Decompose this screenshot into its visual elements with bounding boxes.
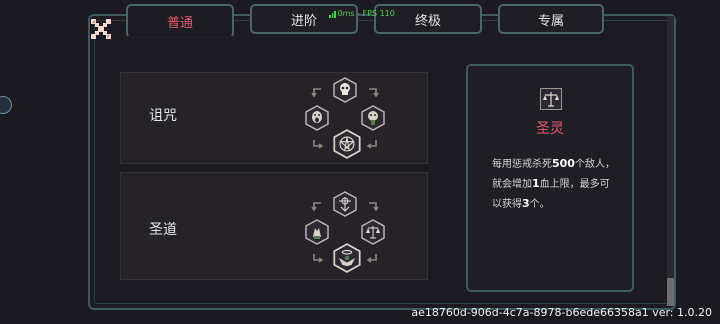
tab-exclusive[interactable]: 专属 [498, 4, 604, 34]
scales-icon [361, 219, 385, 245]
scrollbar-track[interactable] [667, 16, 674, 306]
version-label: ae18760d-906d-4c7a-8978-b6ede66358a1 ver… [411, 306, 712, 319]
angel-halo-icon [333, 243, 361, 273]
icon-cluster [301, 75, 391, 161]
close-icon [91, 19, 111, 39]
info-title: 圣灵 [536, 121, 564, 137]
arrow-icon [311, 253, 323, 263]
card-title: 圣道 [149, 222, 177, 238]
scales-icon [540, 88, 562, 110]
icon-cluster [301, 189, 391, 275]
arrow-icon [367, 139, 379, 149]
fps-text: 0ms - FPS 110 [337, 9, 395, 18]
info-description: 每用惩戒杀死500个敌人，就会增加1血上限，最多可以获得3个。 [492, 157, 615, 210]
set-card-curse[interactable]: 诅咒 [120, 72, 428, 164]
tab-normal[interactable]: 普通 [126, 4, 234, 38]
arrow-icon [311, 201, 323, 211]
crying-face-icon [361, 105, 385, 131]
close-button[interactable] [90, 18, 112, 40]
signal-icon [329, 10, 336, 18]
arrow-icon [367, 253, 379, 263]
skull-icon [333, 77, 357, 103]
scrollbar-thumb[interactable] [667, 278, 674, 306]
arrow-icon [311, 139, 323, 149]
card-title: 诅咒 [149, 108, 177, 124]
holy-symbol-icon [333, 191, 357, 217]
set-card-holy[interactable]: 圣道 [120, 172, 428, 280]
arrow-icon [367, 201, 379, 211]
arrow-icon [367, 87, 379, 97]
info-panel: 圣灵 每用惩戒杀死500个敌人，就会增加1血上限，最多可以获得3个。 [466, 64, 634, 292]
screaming-face-icon [305, 105, 329, 131]
pentagram-icon [333, 129, 361, 159]
fps-overlay: 0ms - FPS 110 [329, 9, 395, 18]
arrow-icon [311, 87, 323, 97]
side-indicator [0, 96, 12, 114]
praying-hands-icon [305, 219, 329, 245]
